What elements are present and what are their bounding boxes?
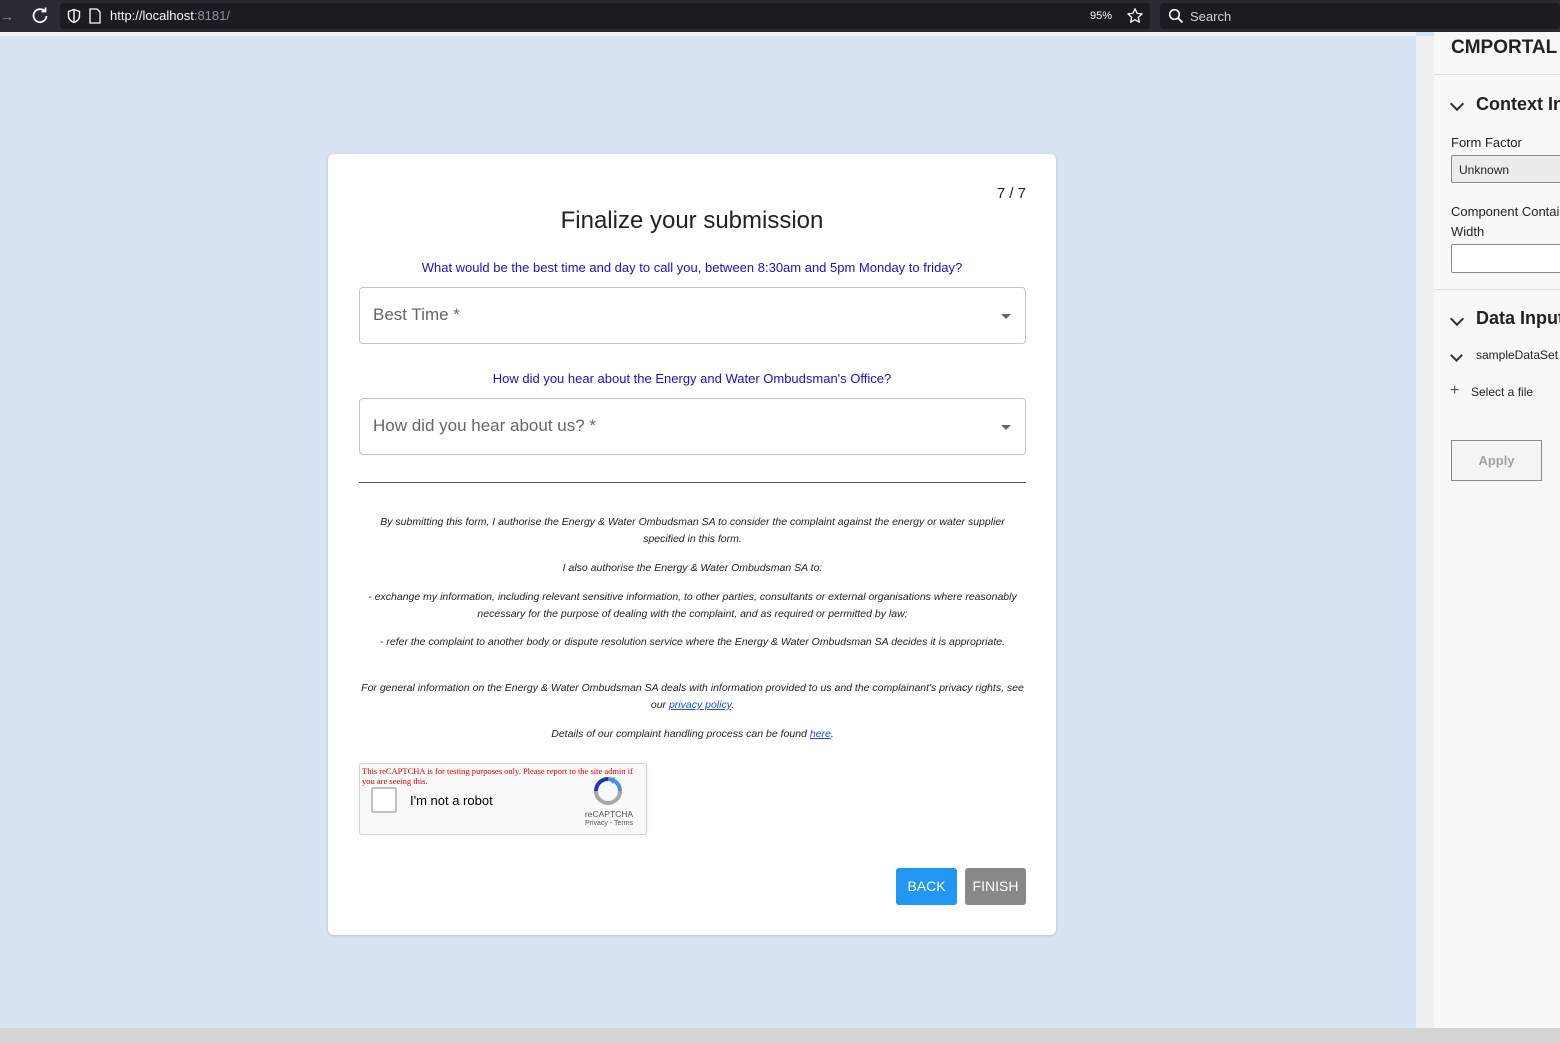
recaptcha-logo-icon <box>594 777 622 805</box>
zoom-level[interactable]: 95% <box>1090 10 1112 22</box>
component-width-label-2: Width <box>1451 224 1485 239</box>
form-factor-value: Unknown <box>1459 163 1510 177</box>
url-text[interactable]: http://localhost:8181/ <box>110 8 230 23</box>
best-time-select[interactable]: Best Time * <box>359 287 1026 344</box>
search-icon <box>1168 8 1184 24</box>
dropdown-arrow-icon <box>1001 314 1011 319</box>
best-time-label: Best Time * <box>373 305 460 324</box>
legal-process-end: . <box>830 728 834 740</box>
url-host: http://localhost <box>110 8 194 23</box>
context-inputs-heading[interactable]: Context Inputs <box>1476 94 1560 115</box>
form-factor-select[interactable]: Unknown <box>1451 155 1560 183</box>
plus-icon[interactable]: + <box>1450 382 1459 400</box>
hear-about-select[interactable]: How did you hear about us? * <box>359 398 1026 455</box>
legal-privacy-end: . <box>731 699 735 711</box>
panel-gutter <box>1416 36 1434 1028</box>
back-arrow-icon[interactable]: → <box>0 8 14 24</box>
reload-icon[interactable] <box>30 6 50 26</box>
component-width-label-1: Component Container <box>1451 204 1560 219</box>
url-bar[interactable]: http://localhost:8181/ 95% <box>60 3 1150 29</box>
hear-about-label: How did you hear about us? * <box>373 416 597 435</box>
legal-process-text: Details of our complaint handling proces… <box>551 728 810 740</box>
recaptcha-terms[interactable]: Privacy - Terms <box>572 820 646 827</box>
horizontal-scrollbar[interactable] <box>0 1028 1560 1043</box>
panel-title: CMPORTAL <box>1451 37 1558 58</box>
hear-about-question: How did you hear about the Energy and Wa… <box>492 371 892 386</box>
select-file-link[interactable]: Select a file <box>1471 385 1533 399</box>
complaint-process-link[interactable]: here <box>810 728 831 740</box>
properties-panel: CMPORTAL Context Inputs Form Factor Unkn… <box>1434 32 1560 1028</box>
browser-toolbar: → http://localhost:8181/ 95% Search <box>0 0 1560 32</box>
legal-privacy: For general information on the Energy & … <box>359 680 1026 714</box>
form-card: 7 / 7 Finalize your submission What woul… <box>328 154 1056 935</box>
search-placeholder: Search <box>1190 9 1232 24</box>
panel-divider <box>1434 289 1560 290</box>
privacy-policy-link[interactable]: privacy policy <box>669 699 731 711</box>
recaptcha-brand: reCAPTCHA <box>584 809 634 819</box>
form-factor-label: Form Factor <box>1451 135 1522 150</box>
legal-complaint-process: Details of our complaint handling proces… <box>359 726 1026 743</box>
recaptcha-checkbox[interactable] <box>371 787 397 813</box>
component-width-input[interactable] <box>1451 244 1560 273</box>
recaptcha-label: I'm not a robot <box>410 793 493 808</box>
url-port: :8181/ <box>193 8 230 23</box>
bookmark-star-icon[interactable] <box>1126 7 1144 25</box>
legal-refer-complaint: - refer the complaint to another body or… <box>379 636 1006 648</box>
best-time-question: What would be the best time and day to c… <box>421 260 963 275</box>
search-bar[interactable]: Search <box>1160 3 1560 29</box>
legal-exchange-info: - exchange my information, including rel… <box>368 591 1017 620</box>
page-title: Finalize your submission <box>560 207 824 234</box>
chevron-down-icon[interactable] <box>1449 96 1465 112</box>
shield-icon[interactable] <box>66 8 82 24</box>
chevron-down-icon[interactable] <box>1449 311 1465 327</box>
finish-button[interactable]: FINISH <box>965 868 1026 905</box>
panel-divider <box>1434 74 1560 75</box>
legal-authorisation: By submitting this form, I authorise the… <box>380 516 1005 545</box>
apply-button[interactable]: Apply <box>1451 440 1542 481</box>
back-button[interactable]: BACK <box>896 868 957 905</box>
step-indicator: 7 / 7 <box>996 185 1026 202</box>
dropdown-arrow-icon <box>1001 425 1011 430</box>
chevron-down-icon[interactable] <box>1450 349 1463 362</box>
toolbar-edge <box>0 32 1416 36</box>
data-inputs-heading[interactable]: Data Inputs <box>1476 308 1560 329</box>
page-icon <box>89 8 101 24</box>
legal-also-authorise: I also authorise the Energy & Water Ombu… <box>562 562 823 574</box>
divider <box>359 482 1026 483</box>
recaptcha-widget: This reCAPTCHA is for testing purposes o… <box>359 763 647 835</box>
dataset-label[interactable]: sampleDataSet <box>1476 348 1558 362</box>
